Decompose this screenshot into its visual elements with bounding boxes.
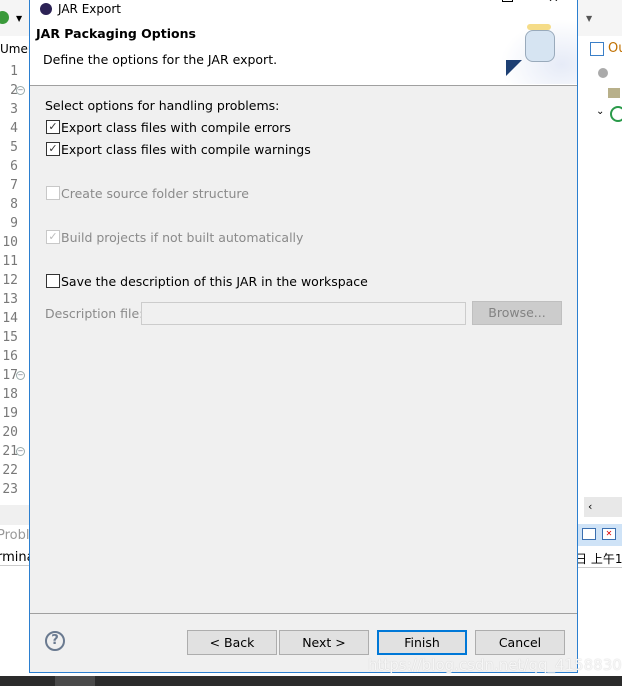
terminal-text: rmina bbox=[0, 550, 35, 566]
editor-tab[interactable]: Ument bbox=[0, 42, 29, 56]
save-description-label[interactable]: Save the description of this JAR in the … bbox=[61, 274, 368, 289]
eclipse-icon bbox=[40, 3, 52, 15]
build-projects-label: Build projects if not built automaticall… bbox=[61, 230, 304, 245]
dialog-title: JAR Export bbox=[58, 2, 121, 16]
export-warnings-label[interactable]: Export class files with compile warnings bbox=[61, 142, 311, 157]
line-number: 5 bbox=[10, 140, 18, 155]
source-folder-checkbox[interactable] bbox=[46, 186, 60, 200]
line-number: 8 bbox=[10, 197, 18, 212]
cancel-button[interactable]: Cancel bbox=[475, 630, 565, 655]
save-description-checkbox[interactable] bbox=[46, 274, 60, 288]
line-number: 11 bbox=[2, 254, 18, 269]
line-number: 15 bbox=[2, 330, 18, 345]
dropdown-icon[interactable]: ▼ bbox=[16, 14, 22, 23]
page-description: Define the options for the JAR export. bbox=[43, 52, 278, 67]
ide-right-panel: ▼ Ou ⌄ ‹ ✕ 日 上午1 bbox=[575, 0, 622, 686]
line-number: 3 bbox=[10, 102, 18, 117]
line-number: 1 bbox=[10, 64, 18, 79]
source-folder-label: Create source folder structure bbox=[61, 186, 249, 201]
line-number: 10 bbox=[2, 235, 18, 250]
fold-collapse-icon[interactable]: − bbox=[16, 371, 25, 380]
warning-class-icon bbox=[610, 106, 622, 122]
finish-button[interactable]: Finish bbox=[377, 630, 467, 655]
line-number: 9 bbox=[10, 216, 18, 231]
ide-toolbar-left: ▼ bbox=[0, 0, 29, 36]
close-button[interactable]: ✕ bbox=[548, 0, 559, 6]
page-title: JAR Packaging Options bbox=[36, 26, 196, 41]
console-display-icon[interactable] bbox=[582, 528, 596, 540]
help-button[interactable]: ? bbox=[45, 631, 65, 651]
expand-chevron-icon[interactable]: ⌄ bbox=[596, 106, 604, 117]
line-number: 13 bbox=[2, 292, 18, 307]
export-errors-checkbox[interactable]: ✓ bbox=[46, 120, 60, 134]
section-label: Select options for handling problems: bbox=[45, 98, 280, 113]
dialog-header: JAR Export ✕ JAR Packaging Options Defin… bbox=[30, 0, 577, 86]
editor-scroll-area bbox=[0, 505, 29, 525]
line-number: 12 bbox=[2, 273, 18, 288]
line-number: 6 bbox=[10, 159, 18, 174]
fold-collapse-icon[interactable]: − bbox=[16, 86, 25, 95]
jar-banner-icon bbox=[500, 19, 577, 84]
export-errors-label[interactable]: Export class files with compile errors bbox=[61, 120, 291, 135]
fold-collapse-icon[interactable]: − bbox=[16, 447, 25, 456]
line-number: 4 bbox=[10, 121, 18, 136]
jar-export-dialog: JAR Export ✕ JAR Packaging Options Defin… bbox=[29, 0, 578, 673]
line-number: 14 bbox=[2, 311, 18, 326]
button-bar-separator bbox=[30, 613, 577, 614]
class-icon bbox=[608, 88, 620, 98]
outline-tab[interactable]: Ou bbox=[608, 41, 622, 56]
description-file-label: Description file: bbox=[45, 306, 144, 321]
description-file-input[interactable] bbox=[141, 302, 466, 325]
line-number: 18 bbox=[2, 387, 18, 402]
status-time-text: 日 上午1 bbox=[575, 552, 622, 568]
taskbar bbox=[0, 676, 622, 686]
line-number: 23 bbox=[2, 482, 18, 497]
browse-button[interactable]: Browse... bbox=[472, 301, 562, 325]
taskbar-item[interactable] bbox=[55, 676, 95, 686]
outline-icon bbox=[590, 42, 604, 56]
line-number: 7 bbox=[10, 178, 18, 193]
console-remove-icon[interactable]: ✕ bbox=[602, 528, 616, 540]
view-menu-icon[interactable]: ▼ bbox=[586, 14, 592, 23]
build-projects-checkbox[interactable]: ✓ bbox=[46, 230, 60, 244]
next-button[interactable]: Next > bbox=[279, 630, 369, 655]
line-number-ruler: 1 2−3 4 5 6 7 8 9 10 11 12 13 14 15 16 17−18 19 20 21−22 23 bbox=[0, 62, 29, 502]
line-number: 22 bbox=[2, 463, 18, 478]
horizontal-scroll-left[interactable]: ‹ bbox=[584, 497, 622, 517]
package-icon bbox=[598, 68, 608, 78]
line-number: 19 bbox=[2, 406, 18, 421]
line-number: 16 bbox=[2, 349, 18, 364]
problems-tab[interactable]: Probl bbox=[0, 528, 30, 543]
line-number: 20 bbox=[2, 425, 18, 440]
maximize-button[interactable] bbox=[502, 0, 513, 2]
watermark: https://blog.csdn.net/qq_41588302 bbox=[368, 656, 622, 674]
run-icon[interactable] bbox=[0, 11, 9, 24]
export-warnings-checkbox[interactable]: ✓ bbox=[46, 142, 60, 156]
back-button[interactable]: < Back bbox=[187, 630, 277, 655]
